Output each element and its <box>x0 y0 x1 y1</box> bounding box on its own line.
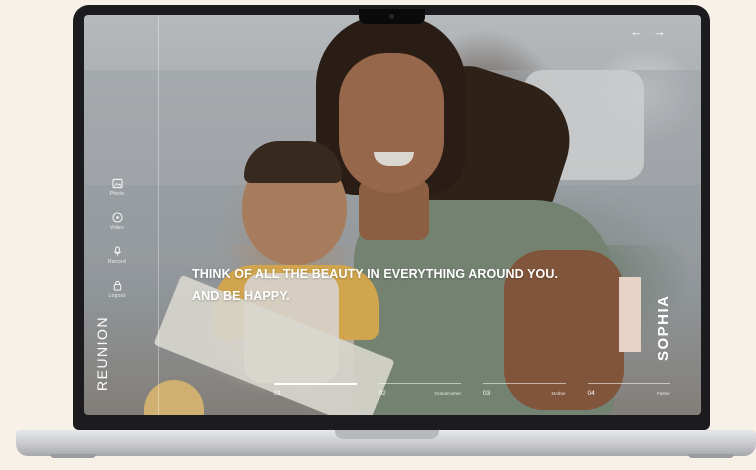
sidebar-item-video[interactable]: Video <box>102 212 132 246</box>
slide-indicator-04[interactable]: 04 Father <box>587 383 670 405</box>
laptop-base-notch <box>335 430 439 439</box>
sidebar-item-logout[interactable]: Logout <box>102 280 132 314</box>
slide-label: Mother <box>551 391 566 396</box>
slide-label: Father <box>656 391 670 396</box>
slide-progress-line <box>587 383 670 384</box>
photo-icon <box>111 178 123 189</box>
profile-name: SOPHIA <box>655 294 672 361</box>
arrow-right-icon[interactable]: → <box>653 25 666 38</box>
sidebar-item-record[interactable]: Record <box>102 246 132 280</box>
sidebar-item-label: Record <box>108 259 126 265</box>
camera-notch <box>359 9 425 24</box>
slide-number: 04 <box>587 390 595 397</box>
brand-logo: REUNION <box>94 315 110 391</box>
hero-headline: THINK OF ALL THE BEAUTY IN EVERYTHING AR… <box>192 263 558 307</box>
slide-number: 01 <box>274 390 282 397</box>
hero-line-1: THINK OF ALL THE BEAUTY IN EVERYTHING AR… <box>192 267 559 281</box>
photo-overlay <box>84 15 701 415</box>
microphone-icon <box>113 246 121 257</box>
sidebar-item-label: Video <box>109 225 125 231</box>
slide-number: 03 <box>483 390 491 397</box>
hero-line-2: AND BE HAPPY. <box>192 289 290 303</box>
profile-accent-bar <box>619 277 641 352</box>
slide-number: 02 <box>378 390 386 397</box>
app-screen: ← → Photo Video Record Logout REUNION TH… <box>84 15 701 415</box>
laptop-base <box>16 430 756 456</box>
laptop-foot-left <box>50 454 96 458</box>
slide-label: Grandmother <box>434 391 461 396</box>
lock-icon <box>113 280 121 291</box>
slide-indicator-03[interactable]: 03 Mother <box>483 383 566 405</box>
arrow-left-icon[interactable]: ← <box>630 25 643 38</box>
camera-icon <box>389 14 394 19</box>
sidebar-divider <box>158 15 159 415</box>
slide-indicator-01[interactable]: 01 <box>274 383 357 405</box>
slide-indicator-02[interactable]: 02 Grandmother <box>378 383 461 405</box>
slide-indicators: 01 02 Grandmother 03 Mother 04 Father <box>274 383 670 405</box>
sidebar-item-label: Logout <box>108 293 126 299</box>
sidebar-item-label: Photo <box>109 191 125 197</box>
slide-progress-line <box>378 383 461 384</box>
play-icon <box>111 212 123 223</box>
sidebar-item-photo[interactable]: Photo <box>102 178 132 212</box>
laptop-foot-right <box>688 454 734 458</box>
slide-navigation: ← → <box>630 25 666 38</box>
slide-progress-line <box>274 383 357 385</box>
sidebar: Photo Video Record Logout <box>102 178 132 314</box>
slide-progress-line <box>483 383 566 384</box>
